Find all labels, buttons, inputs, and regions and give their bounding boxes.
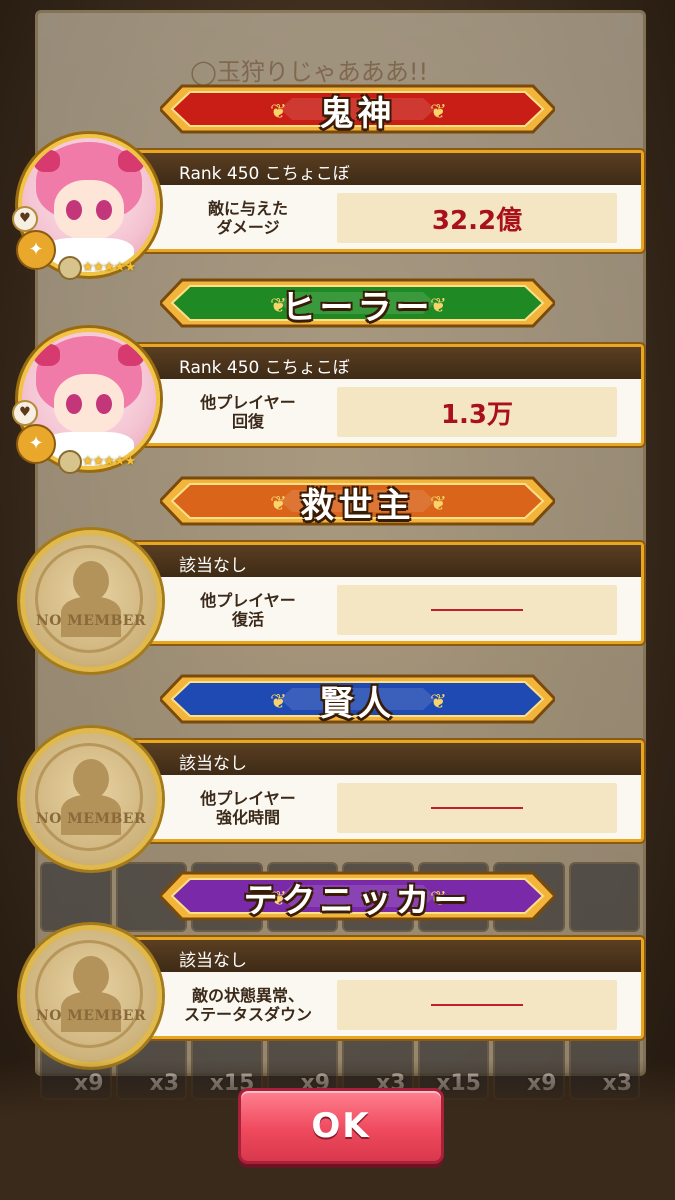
award-title: 鬼神 xyxy=(319,94,396,134)
award-value-box xyxy=(337,783,617,833)
awakening-icon xyxy=(58,256,82,280)
no-member-label: NO MEMBER xyxy=(35,811,147,827)
award-title-banner: ❦ ❦ 救世主 xyxy=(160,470,555,532)
heart-lock-icon: ♥ xyxy=(12,400,38,426)
award-description: 他プレイヤー 強化時間 xyxy=(200,789,296,827)
silhouette-head-icon xyxy=(73,759,109,799)
avatar-ribbon xyxy=(34,344,60,366)
background-item xyxy=(40,862,112,932)
award-panel: Rank 450 こちょこぼ 他プレイヤー 回復 1.3万 xyxy=(130,344,644,446)
player-name: Rank 450 こちょこぼ xyxy=(179,358,350,378)
award-panel: Rank 450 こちょこぼ 敵に与えた ダメージ 32.2億 xyxy=(130,150,644,252)
award-panel-header: Rank 450 こちょこぼ xyxy=(133,153,641,185)
no-member-label: NO MEMBER xyxy=(35,1008,147,1024)
awakening-icon xyxy=(58,450,82,474)
no-member-medal: NO MEMBER xyxy=(20,530,162,672)
empty-value-dash xyxy=(431,807,523,809)
ok-button[interactable]: OK xyxy=(238,1088,444,1164)
award-panel-header: 該当なし xyxy=(133,743,641,775)
silhouette-head-icon xyxy=(73,956,109,996)
player-name: Rank 450 こちょこぼ xyxy=(179,164,350,184)
avatar-ribbon xyxy=(34,150,60,172)
award-value: 32.2億 xyxy=(431,205,523,236)
award-description: 敵の状態異常、 ステータスダウン xyxy=(183,986,312,1024)
avatar-ribbon xyxy=(118,150,144,172)
empty-value-dash xyxy=(431,609,523,611)
award-panel-header: Rank 450 こちょこぼ xyxy=(133,347,641,379)
award-panel: 該当なし 他プレイヤー 復活 xyxy=(130,542,644,644)
award-description: 敵に与えた ダメージ xyxy=(207,199,288,237)
award-title-banner: ❦ ❦ 鬼神 xyxy=(160,78,555,140)
avatar-ribbon xyxy=(118,344,144,366)
heart-lock-icon: ♥ xyxy=(12,206,38,232)
award-title-banner: ❦ ❦ ヒーラー xyxy=(160,272,555,334)
avatar-eye xyxy=(96,200,112,220)
award-title: 救世主 xyxy=(300,486,415,526)
award-panel-header: 該当なし xyxy=(133,940,641,972)
award-panel: 該当なし 敵の状態異常、 ステータスダウン xyxy=(130,937,644,1039)
award-title: ヒーラー xyxy=(281,288,434,328)
award-description: 他プレイヤー 回復 xyxy=(200,393,296,431)
player-name: 該当なし xyxy=(179,951,247,971)
avatar-face xyxy=(54,180,124,240)
no-member-medal: NO MEMBER xyxy=(20,925,162,1067)
no-member-label: NO MEMBER xyxy=(35,613,147,629)
empty-value-dash xyxy=(431,1004,523,1006)
avatar-eye xyxy=(66,200,82,220)
rank-medal-icon: ✦ xyxy=(16,424,56,464)
silhouette-head-icon xyxy=(73,561,109,601)
background-item xyxy=(568,862,640,932)
award-description: 他プレイヤー 復活 xyxy=(200,591,296,629)
award-value-box: 32.2億 xyxy=(337,193,617,243)
award-title: 賢人 xyxy=(319,684,396,724)
award-value-box xyxy=(337,980,617,1030)
rarity-stars-icon: ★★★★★ xyxy=(82,454,136,469)
award-panel: 該当なし 他プレイヤー 強化時間 xyxy=(130,740,644,842)
award-panel-header: 該当なし xyxy=(133,545,641,577)
player-name: 該当なし xyxy=(179,556,247,576)
avatar-eye xyxy=(66,394,82,414)
award-title-banner: ❦ ❦ テクニッカー xyxy=(160,865,555,927)
rank-medal-icon: ✦ xyxy=(16,230,56,270)
player-name: 該当なし xyxy=(179,754,247,774)
rarity-stars-icon: ★★★★★ xyxy=(82,260,136,275)
avatar-eye xyxy=(96,394,112,414)
award-value-box xyxy=(337,585,617,635)
award-value: 1.3万 xyxy=(440,399,514,430)
no-member-medal: NO MEMBER xyxy=(20,728,162,870)
award-value-box: 1.3万 xyxy=(337,387,617,437)
award-title: テクニッカー xyxy=(243,881,472,921)
award-title-banner: ❦ ❦ 賢人 xyxy=(160,668,555,730)
avatar-face xyxy=(54,374,124,434)
